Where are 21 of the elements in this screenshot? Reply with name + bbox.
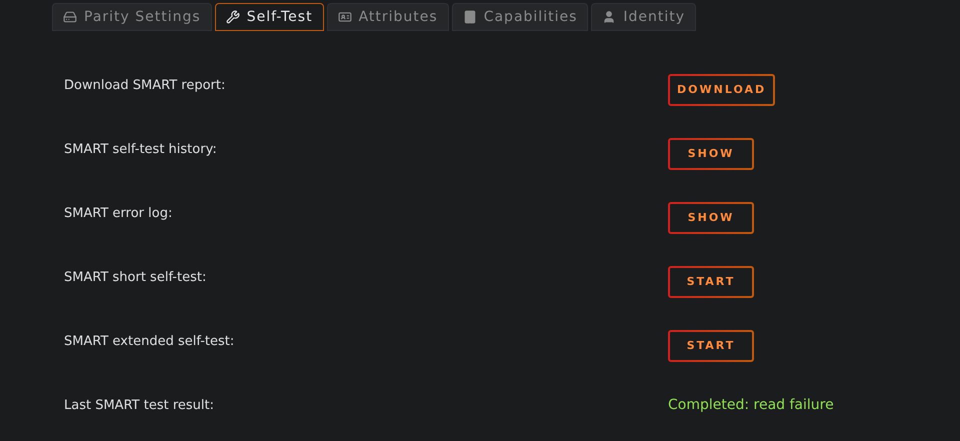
tab[interactable]: Self-Test (214, 3, 324, 31)
row-label: Download SMART report: (63, 77, 226, 95)
status-text: Completed: read failure (668, 396, 834, 415)
row-label: SMART self-test history: (63, 141, 218, 159)
action-button[interactable]: SHOW (668, 138, 754, 170)
row-label: SMART error log: (63, 205, 174, 223)
row-label: SMART short self-test: (63, 269, 208, 287)
id-card-icon (338, 10, 352, 24)
tab[interactable]: Parity Settings (52, 3, 212, 31)
tab[interactable]: Attributes (326, 3, 449, 31)
action-button[interactable]: SHOW (668, 202, 754, 234)
wrench-icon (226, 10, 240, 24)
action-button[interactable]: DOWNLOAD (668, 74, 776, 106)
tab[interactable]: Capabilities (452, 3, 588, 31)
hard-drive-icon (63, 10, 77, 24)
row-label: SMART extended self-test: (63, 333, 236, 351)
tab[interactable]: Identity (591, 3, 696, 31)
row-label: Last SMART test result: (63, 397, 215, 415)
user-icon (602, 10, 616, 24)
action-button[interactable]: START (668, 330, 754, 362)
action-button[interactable]: START (668, 266, 754, 298)
